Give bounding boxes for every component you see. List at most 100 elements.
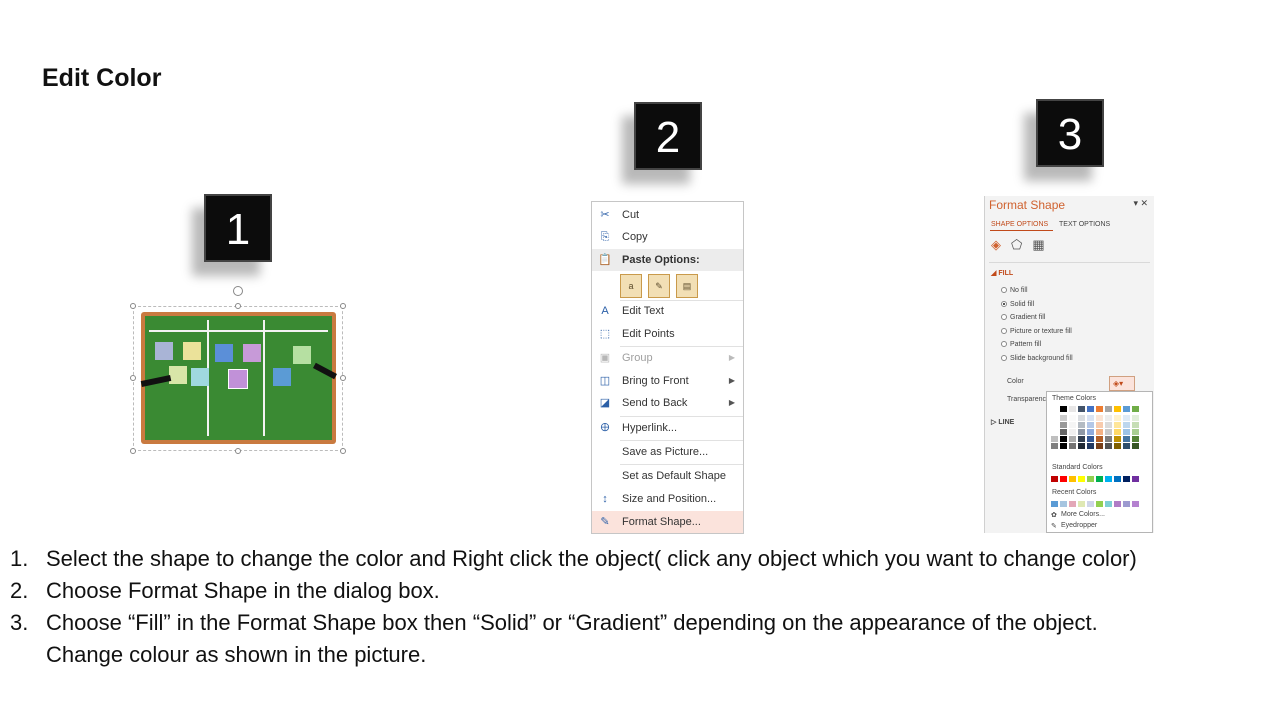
more-colors-link[interactable]: ✿ More Colors... [1051,511,1105,519]
color-swatch[interactable] [1069,429,1076,435]
color-swatch[interactable] [1087,406,1094,412]
effects-icon[interactable]: ⬠ [1011,237,1022,253]
color-swatch[interactable] [1096,422,1103,428]
color-swatch[interactable] [1132,476,1139,482]
eyedropper-link[interactable]: ✎ Eyedropper [1051,522,1097,530]
color-swatch[interactable] [1105,436,1112,442]
color-swatch[interactable] [1114,422,1121,428]
color-swatch[interactable] [1078,406,1085,412]
color-swatch[interactable] [1078,443,1085,449]
color-swatch[interactable] [1060,415,1067,421]
color-swatch[interactable] [1132,443,1139,449]
color-swatch[interactable] [1060,501,1067,507]
color-swatch[interactable] [1132,422,1139,428]
color-swatch[interactable] [1096,406,1103,412]
color-swatch[interactable] [1105,501,1112,507]
color-swatch[interactable] [1078,415,1085,421]
color-swatch[interactable] [1060,476,1067,482]
menu-item-format-shape[interactable]: ✎ Format Shape... [592,511,743,533]
chalkboard-illustration[interactable] [140,312,338,444]
color-swatch[interactable] [1087,501,1094,507]
color-swatch[interactable] [1114,415,1121,421]
color-swatch[interactable] [1051,443,1058,449]
menu-item-hyperlink[interactable]: 🜨 Hyperlink... [592,417,743,439]
color-swatch[interactable] [1096,436,1103,442]
color-swatch[interactable] [1051,501,1058,507]
color-swatch[interactable] [1123,443,1130,449]
color-swatch[interactable] [1078,436,1085,442]
tab-text-options[interactable]: TEXT OPTIONS [1059,221,1110,228]
menu-item-save-as-picture[interactable]: Save as Picture... [592,441,743,463]
color-swatch[interactable] [1132,429,1139,435]
color-swatch[interactable] [1132,436,1139,442]
menu-item-size-and-position[interactable]: ↕ Size and Position... [592,488,743,510]
menu-item-copy[interactable]: ⎘ Copy [592,226,743,248]
color-swatch[interactable] [1132,406,1139,412]
radio-solid-fill[interactable]: Solid fill [1001,301,1034,308]
color-swatch[interactable] [1051,406,1058,412]
color-swatch[interactable] [1069,443,1076,449]
color-swatch[interactable] [1078,501,1085,507]
color-swatch[interactable] [1114,406,1121,412]
radio-gradient-fill[interactable]: Gradient fill [1001,314,1045,321]
color-swatch[interactable] [1096,501,1103,507]
resize-handle[interactable] [130,448,136,454]
rotate-handle-icon[interactable] [233,286,243,296]
color-swatch[interactable] [1132,501,1139,507]
color-swatch[interactable] [1087,429,1094,435]
color-swatch[interactable] [1123,476,1130,482]
color-swatch[interactable] [1087,476,1094,482]
sticky-note[interactable] [273,368,291,386]
color-swatch[interactable] [1087,443,1094,449]
color-swatch[interactable] [1096,415,1103,421]
color-swatch[interactable] [1096,443,1103,449]
sticky-note[interactable] [155,342,173,360]
color-swatch[interactable] [1123,501,1130,507]
color-swatch[interactable] [1114,436,1121,442]
menu-item-edit-points[interactable]: ⬚ Edit Points [592,323,743,345]
radio-picture-fill[interactable]: Picture or texture fill [1001,328,1072,335]
color-swatch[interactable] [1051,476,1058,482]
color-swatch[interactable] [1096,476,1103,482]
color-swatch[interactable] [1051,429,1058,435]
fill-line-icon[interactable]: ◈ [991,237,1001,253]
color-swatch[interactable] [1123,415,1130,421]
resize-handle[interactable] [235,303,241,309]
color-swatch[interactable] [1096,429,1103,435]
color-swatch[interactable] [1069,476,1076,482]
sticky-note[interactable] [169,366,187,384]
menu-item-edit-text[interactable]: A Edit Text [592,300,743,322]
paste-keep-formatting-icon[interactable]: a [620,274,642,298]
resize-handle[interactable] [130,303,136,309]
color-swatch[interactable] [1123,406,1130,412]
color-swatch[interactable] [1123,422,1130,428]
color-swatch[interactable] [1051,415,1058,421]
color-swatch[interactable] [1105,422,1112,428]
menu-item-send-to-back[interactable]: ◪ Send to Back ▶ [592,392,743,414]
color-swatch[interactable] [1105,415,1112,421]
color-swatch[interactable] [1060,429,1067,435]
color-swatch[interactable] [1051,422,1058,428]
color-swatch[interactable] [1087,415,1094,421]
size-properties-icon[interactable]: ▦ [1032,237,1044,253]
color-swatch[interactable] [1051,436,1058,442]
resize-handle[interactable] [340,303,346,309]
color-swatch[interactable] [1114,476,1121,482]
radio-slide-background-fill[interactable]: Slide background fill [1001,355,1073,362]
color-swatch[interactable] [1069,436,1076,442]
sticky-note[interactable] [243,344,261,362]
color-swatch[interactable] [1060,406,1067,412]
paste-as-picture-icon[interactable]: ▤ [676,274,698,298]
menu-item-cut[interactable]: ✂ Cut [592,204,743,226]
color-swatch[interactable] [1123,429,1130,435]
color-swatch[interactable] [1069,406,1076,412]
sticky-note[interactable] [183,342,201,360]
color-swatch[interactable] [1087,436,1094,442]
color-swatch[interactable] [1069,422,1076,428]
resize-handle[interactable] [340,448,346,454]
menu-item-set-default-shape[interactable]: Set as Default Shape [592,465,743,487]
sticky-note[interactable] [293,346,311,364]
menu-item-bring-to-front[interactable]: ◫ Bring to Front ▶ [592,370,743,392]
color-swatch[interactable] [1078,422,1085,428]
tab-shape-options[interactable]: SHAPE OPTIONS [991,221,1048,228]
